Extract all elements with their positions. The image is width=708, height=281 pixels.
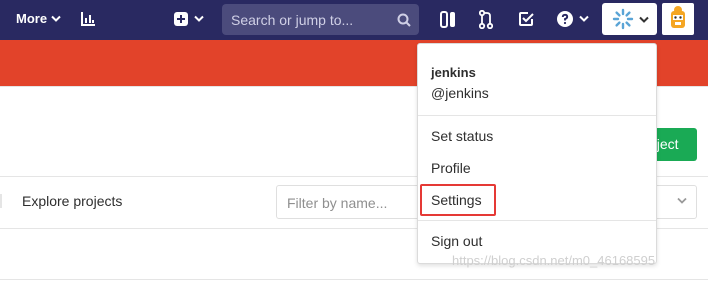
menu-item-set-status[interactable]: Set status — [431, 128, 493, 144]
user-dropdown-menu: jenkins @jenkins Set status Profile Sett… — [417, 43, 657, 264]
user-handle: @jenkins — [431, 85, 489, 101]
settings-wheel-icon — [612, 8, 634, 30]
tab-explore-projects[interactable]: Explore projects — [22, 193, 122, 209]
more-menu-button[interactable]: More — [16, 11, 61, 26]
search-icon — [397, 13, 411, 27]
search-input[interactable]: Search or jump to... — [222, 4, 419, 35]
chevron-down-icon — [677, 197, 687, 204]
new-item-dropdown-button[interactable] — [174, 12, 205, 26]
chart-icon[interactable] — [80, 11, 96, 27]
user-name: jenkins — [431, 65, 476, 80]
filter-input[interactable]: Filter by name... — [276, 185, 426, 219]
avatar[interactable] — [662, 3, 694, 35]
plus-square-icon — [174, 12, 188, 26]
menu-item-profile[interactable]: Profile — [431, 160, 471, 176]
menu-item-sign-out[interactable]: Sign out — [431, 233, 482, 249]
menu-item-settings[interactable]: Settings — [431, 192, 482, 208]
watermark-text: https://blog.csdn.net/m0_46168595 — [452, 253, 656, 268]
avatar-icon — [671, 6, 685, 28]
sort-dropdown[interactable] — [650, 185, 697, 219]
merge-request-icon[interactable] — [479, 10, 493, 29]
filter-placeholder: Filter by name... — [287, 195, 388, 211]
more-label: More — [16, 11, 48, 26]
menu-divider — [418, 220, 656, 221]
search-placeholder: Search or jump to... — [231, 12, 354, 28]
tab-separator — [0, 194, 2, 208]
chevron-down-icon — [579, 15, 589, 22]
sidebar-panel-icon[interactable] — [440, 11, 456, 28]
menu-divider — [418, 115, 656, 116]
help-icon — [557, 11, 573, 27]
user-menu-toggle[interactable] — [602, 3, 657, 35]
todo-check-icon[interactable] — [518, 11, 534, 27]
help-menu-button[interactable] — [557, 11, 590, 27]
chevron-down-icon — [639, 16, 649, 23]
top-navbar: More Search or jump to... — [0, 0, 708, 40]
chevron-down-icon — [51, 15, 61, 22]
chevron-down-icon — [194, 15, 204, 22]
divider — [0, 279, 708, 280]
